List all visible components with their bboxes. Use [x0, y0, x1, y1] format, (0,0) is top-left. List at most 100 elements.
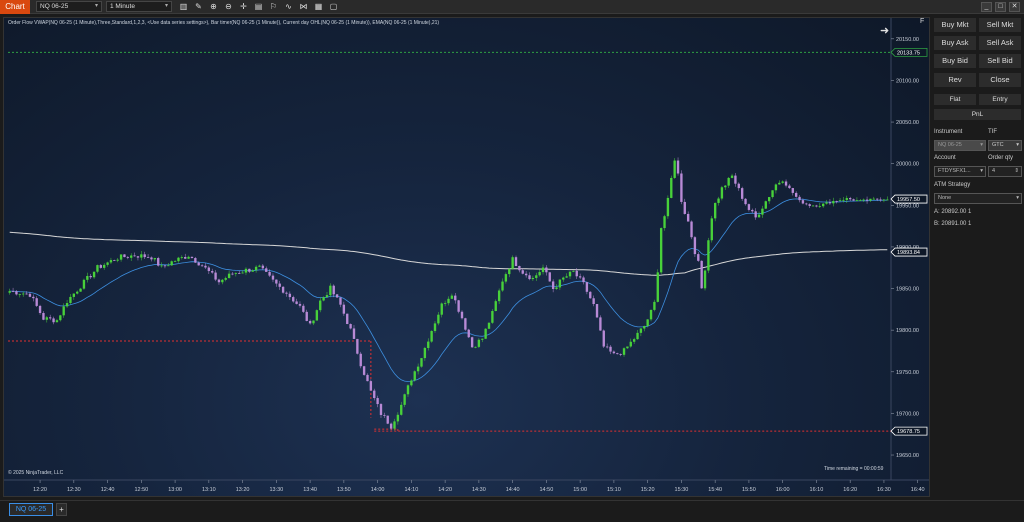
candle-body — [447, 298, 450, 304]
candle-body — [849, 198, 852, 200]
candle-body — [680, 173, 683, 202]
candle-body — [879, 199, 882, 201]
bar-style-icon[interactable]: ▥ — [178, 2, 189, 12]
candle-body — [572, 270, 575, 272]
candle-body — [265, 268, 268, 272]
candle-body — [65, 303, 69, 307]
candle-body — [784, 181, 788, 186]
buy-ask-button[interactable]: Buy Ask — [933, 35, 977, 51]
candle-body — [815, 205, 818, 207]
reverse-button[interactable]: Rev — [933, 72, 977, 88]
sell-market-button[interactable]: Sell Mkt — [978, 17, 1022, 33]
candle-body — [548, 272, 551, 282]
candle-body — [656, 272, 659, 302]
candle-body — [339, 297, 342, 305]
price-chart[interactable]: 20150.00 20100.00 20050.00 20000.00 19950.00… — [3, 17, 930, 497]
strategies-icon[interactable]: ⚐ — [268, 2, 279, 12]
pnl-display[interactable]: PnL — [933, 108, 1022, 121]
candle-body — [113, 260, 116, 261]
candle-body — [788, 185, 791, 189]
candle-body — [42, 312, 45, 320]
indicator-legend: Order Flow VWAP(NQ 06-25 (1 Minute),Thre… — [8, 20, 440, 26]
atm-strategy-value: None — [938, 195, 952, 201]
atm-strategy-select[interactable]: None ▾ — [934, 193, 1022, 204]
y-tick-label: 19700.00 — [896, 411, 919, 417]
tab-nq-06-25[interactable]: NQ 06-25 — [9, 503, 53, 516]
order-qty-stepper[interactable]: 4 ⇕ — [988, 166, 1022, 177]
y-tick-label: 19950.00 — [896, 203, 919, 209]
y-tick-label: 20050.00 — [896, 120, 919, 126]
candle-body — [403, 394, 406, 405]
sell-bid-button[interactable]: Sell Bid — [978, 53, 1022, 69]
tif-select[interactable]: GTC ▾ — [988, 140, 1022, 151]
candle-body — [528, 275, 531, 280]
entry-button[interactable]: Entry — [978, 93, 1022, 106]
candle-body — [89, 275, 92, 278]
chart-trader-icon[interactable]: ▦ — [313, 2, 324, 12]
candle-body — [184, 257, 187, 259]
minimize-button[interactable]: _ — [981, 2, 992, 12]
chart-trader-toggle-icon[interactable]: ➜ — [880, 24, 889, 37]
candle-body — [487, 322, 491, 329]
chart-canvas[interactable]: 20150.00 20100.00 20050.00 20000.00 19950.00… — [4, 18, 930, 497]
instrument-selector[interactable]: NQ 06-25 ▾ — [36, 1, 102, 12]
buy-bid-button[interactable]: Buy Bid — [933, 53, 977, 69]
zoom-in-icon[interactable]: ⊕ — [208, 2, 219, 12]
candle-body — [683, 201, 686, 214]
candle-body — [666, 197, 670, 217]
zoom-out-icon[interactable]: ⊖ — [223, 2, 234, 12]
chart-menu-button[interactable]: Chart — [0, 0, 30, 14]
x-tick-label: 13:30 — [269, 487, 283, 493]
drawing-tools-icon[interactable]: ⋈ — [298, 2, 309, 12]
maximize-button[interactable]: □ — [995, 2, 1006, 12]
candle-body — [511, 257, 514, 269]
indicators-icon[interactable]: ∿ — [283, 2, 294, 12]
candle-body — [832, 201, 835, 204]
candle-body — [315, 310, 319, 321]
candle-body — [167, 265, 170, 267]
stepper-icon[interactable]: ⇕ — [1014, 167, 1019, 176]
candle-body — [359, 353, 362, 367]
candle-body — [55, 320, 59, 323]
candle-body — [578, 276, 582, 278]
close-position-button[interactable]: Close — [978, 72, 1022, 88]
candle-body — [238, 273, 241, 274]
candle-body — [842, 199, 845, 201]
candle-body — [437, 314, 440, 324]
interval-selector[interactable]: 1 Minute ▾ — [106, 1, 172, 12]
flat-button[interactable]: Flat — [933, 93, 977, 106]
crosshair-icon[interactable]: ✛ — [238, 2, 249, 12]
tif-select-value: GTC — [992, 142, 1004, 148]
candle-body — [288, 293, 292, 298]
tif-label: TIF — [988, 129, 997, 135]
candle-body — [261, 265, 265, 269]
candle-body — [484, 328, 487, 339]
data-box-icon[interactable]: ▢ — [328, 2, 339, 12]
sell-ask-button[interactable]: Sell Ask — [978, 35, 1022, 51]
candle-body — [45, 317, 48, 320]
candle-body — [805, 203, 808, 205]
candle-body — [187, 256, 190, 259]
candle-body — [258, 265, 261, 267]
candle-body — [106, 262, 109, 265]
candle-body — [130, 255, 133, 258]
draw-pencil-icon[interactable]: ✎ — [193, 2, 204, 12]
properties-icon[interactable]: ▤ — [253, 2, 264, 12]
candle-body — [808, 204, 811, 206]
account-select[interactable]: FTDYSFX1... ▾ — [934, 166, 986, 177]
instrument-field[interactable]: NQ 06-25 ▾ — [934, 140, 986, 151]
candle-body — [234, 273, 238, 274]
candle-body — [676, 160, 680, 174]
candle-body — [227, 273, 231, 279]
candle-body — [700, 260, 703, 289]
candle-body — [369, 381, 373, 391]
candle-body — [251, 270, 254, 272]
close-button[interactable]: ✕ — [1009, 2, 1020, 12]
candle-body — [197, 262, 200, 266]
candle-body — [612, 351, 616, 354]
y-tick-label: 20150.00 — [896, 37, 919, 43]
candle-body — [443, 303, 447, 304]
add-tab-button[interactable]: + — [56, 503, 67, 516]
candle-body — [592, 298, 595, 305]
buy-market-button[interactable]: Buy Mkt — [933, 17, 977, 33]
